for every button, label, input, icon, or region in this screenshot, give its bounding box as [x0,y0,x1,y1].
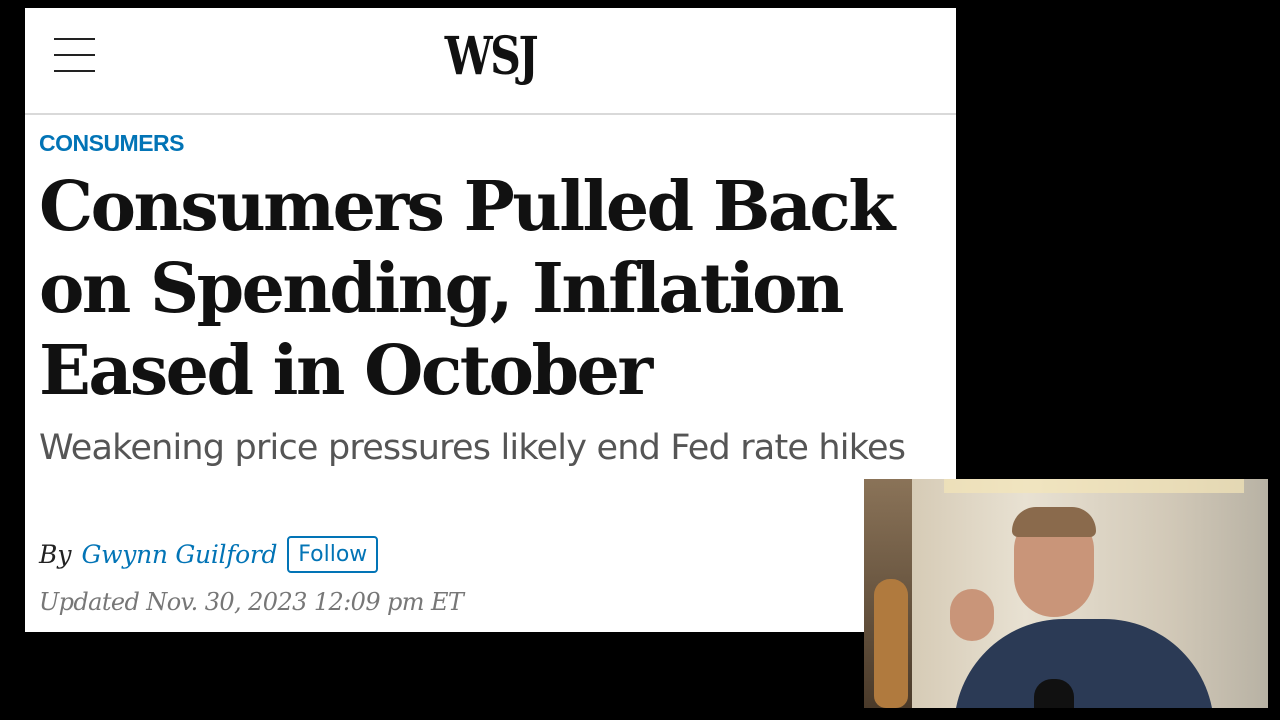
webcam-guitar [874,579,908,708]
updated-timestamp: Updated Nov. 30, 2023 12:09 pm ET [39,588,464,616]
follow-button[interactable]: Follow [287,536,379,573]
wsj-logo[interactable]: WSJ [109,26,872,87]
presenter-hair [1012,507,1096,537]
byline-prefix: By [39,540,72,569]
webcam-light-strip [944,479,1244,493]
hamburger-menu-icon[interactable] [54,38,95,72]
presenter-body [954,619,1214,708]
site-header: WSJ [25,8,956,115]
byline: By Gwynn Guilford Follow [39,536,379,573]
presenter-hand [950,589,994,641]
article-subheadline: Weakening price pressures likely end Fed… [39,428,906,468]
article-headline: Consumers Pulled Back on Spending, Infla… [39,167,895,411]
microphone [1034,679,1074,708]
webcam-overlay [864,479,1268,708]
author-link[interactable]: Gwynn Guilford [82,540,278,569]
section-label[interactable]: CONSUMERS [39,130,185,157]
article-page: WSJ CONSUMERS Consumers Pulled Back on S… [25,8,956,632]
